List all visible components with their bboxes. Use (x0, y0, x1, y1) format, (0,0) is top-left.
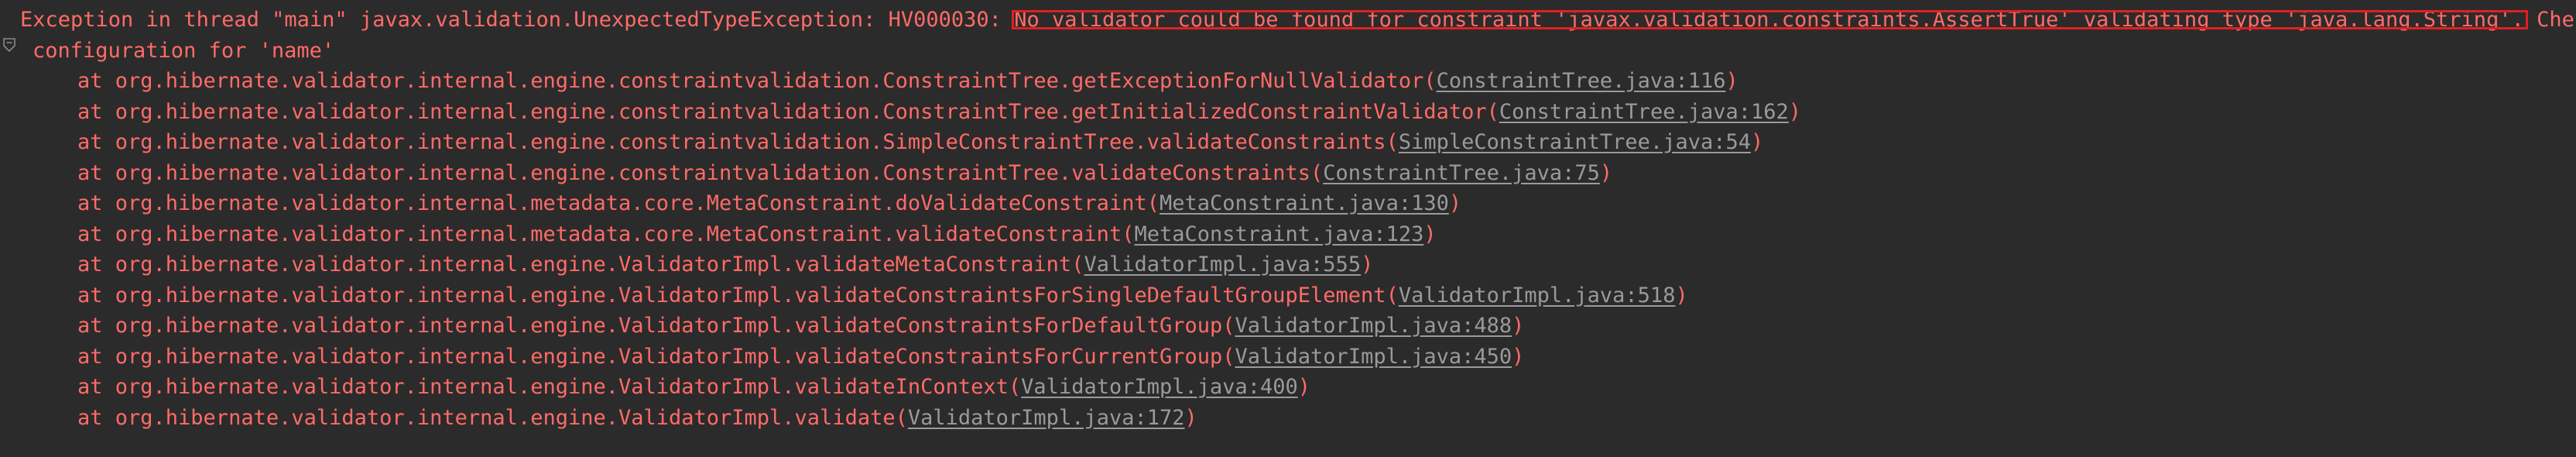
open-paren: ( (1386, 130, 1399, 154)
stack-frame-source-link[interactable]: ValidatorImpl.java:555 (1084, 253, 1361, 277)
stack-frame-call: at org.hibernate.validator.internal.engi… (77, 344, 1223, 369)
close-paren: ) (1512, 344, 1525, 369)
close-paren: ) (1423, 222, 1437, 246)
stack-frame-call: at org.hibernate.validator.internal.engi… (77, 69, 1424, 93)
open-paren: ( (1310, 160, 1324, 185)
open-paren: ( (895, 405, 908, 430)
exception-header-wrapped-line: configuration for 'name' (0, 36, 2576, 67)
stack-frame-source-link[interactable]: ValidatorImpl.java:488 (1235, 314, 1512, 338)
open-paren: ( (1386, 283, 1399, 308)
stack-frame-row: at org.hibernate.validator.internal.engi… (0, 342, 2576, 373)
close-paren: ) (1750, 130, 1764, 154)
stack-frame-row: at org.hibernate.validator.internal.engi… (0, 66, 2576, 97)
stack-frame-row: at org.hibernate.validator.internal.engi… (0, 311, 2576, 342)
open-paren: ( (1122, 222, 1135, 246)
exception-header-highlighted-message: No validator could be found for constrai… (1014, 8, 2524, 32)
close-paren: ) (1599, 160, 1613, 185)
stack-frame-source-link[interactable]: ValidatorImpl.java:400 (1021, 375, 1298, 399)
close-paren: ) (1297, 375, 1311, 399)
close-paren: ) (1512, 314, 1525, 338)
close-paren: ) (1675, 283, 1688, 308)
open-paren: ( (1071, 253, 1084, 277)
close-paren: ) (1788, 99, 1802, 124)
stack-frame-call: at org.hibernate.validator.internal.engi… (77, 253, 1072, 277)
stack-frame-row: at org.hibernate.validator.internal.meta… (0, 219, 2576, 250)
close-paren: ) (1448, 191, 1462, 215)
stack-frame-call: at org.hibernate.validator.internal.engi… (77, 314, 1223, 338)
close-paren: ) (1725, 69, 1738, 93)
open-paren: ( (1486, 99, 1499, 124)
stack-frame-row: at org.hibernate.validator.internal.engi… (0, 158, 2576, 189)
stack-frame-row: at org.hibernate.validator.internal.engi… (0, 280, 2576, 311)
stack-frame-call: at org.hibernate.validator.internal.engi… (77, 283, 1386, 308)
stack-frame-call: at org.hibernate.validator.internal.meta… (77, 191, 1147, 215)
exception-header-suffix: Check (2537, 8, 2576, 32)
stack-frame-call: at org.hibernate.validator.internal.meta… (77, 222, 1122, 246)
stack-frame-source-link[interactable]: MetaConstraint.java:123 (1134, 222, 1423, 246)
stack-frame-call: at org.hibernate.validator.internal.engi… (77, 99, 1487, 124)
open-paren: ( (1222, 344, 1235, 369)
stack-frame-source-link[interactable]: ValidatorImpl.java:450 (1235, 345, 1512, 369)
stack-frame-row: at org.hibernate.validator.internal.engi… (0, 249, 2576, 280)
stack-frame-source-link[interactable]: ValidatorImpl.java:172 (908, 406, 1185, 430)
stack-frame-source-link[interactable]: ConstraintTree.java:116 (1437, 69, 1726, 93)
stack-frame-source-link[interactable]: ValidatorImpl.java:518 (1399, 283, 1676, 308)
console-output-panel[interactable]: Exception in thread "main" javax.validat… (0, 0, 2576, 457)
open-paren: ( (1146, 191, 1160, 215)
exception-header-wrap-text: configuration for 'name' (33, 38, 335, 63)
exception-header-prefix: Exception in thread "main" javax.validat… (20, 8, 1015, 32)
stack-frame-row: at org.hibernate.validator.internal.meta… (0, 188, 2576, 219)
stack-frame-call: at org.hibernate.validator.internal.engi… (77, 375, 1009, 399)
stack-frame-row: at org.hibernate.validator.internal.engi… (0, 97, 2576, 128)
exception-header-line: Exception in thread "main" javax.validat… (0, 5, 2576, 36)
stack-frame-source-link[interactable]: ConstraintTree.java:162 (1499, 100, 1789, 124)
stack-frame-call: at org.hibernate.validator.internal.engi… (77, 405, 896, 430)
open-paren: ( (1008, 375, 1022, 399)
stack-frame-source-link[interactable]: ConstraintTree.java:75 (1323, 161, 1600, 185)
stack-frame-source-link[interactable]: SimpleConstraintTree.java:54 (1399, 130, 1751, 154)
open-paren: ( (1423, 69, 1437, 93)
stack-frame-call: at org.hibernate.validator.internal.engi… (77, 130, 1386, 154)
stack-frame-row: at org.hibernate.validator.internal.engi… (0, 127, 2576, 158)
stack-frame-row: at org.hibernate.validator.internal.engi… (0, 403, 2576, 434)
close-paren: ) (1184, 405, 1197, 430)
open-paren: ( (1222, 314, 1235, 338)
stack-frame-source-link[interactable]: MetaConstraint.java:130 (1160, 191, 1449, 215)
stack-frame-call: at org.hibernate.validator.internal.engi… (77, 160, 1311, 185)
close-paren: ) (1361, 253, 1374, 277)
console-lines: Exception in thread "main" javax.validat… (0, 0, 2576, 433)
stack-frame-row: at org.hibernate.validator.internal.engi… (0, 372, 2576, 403)
